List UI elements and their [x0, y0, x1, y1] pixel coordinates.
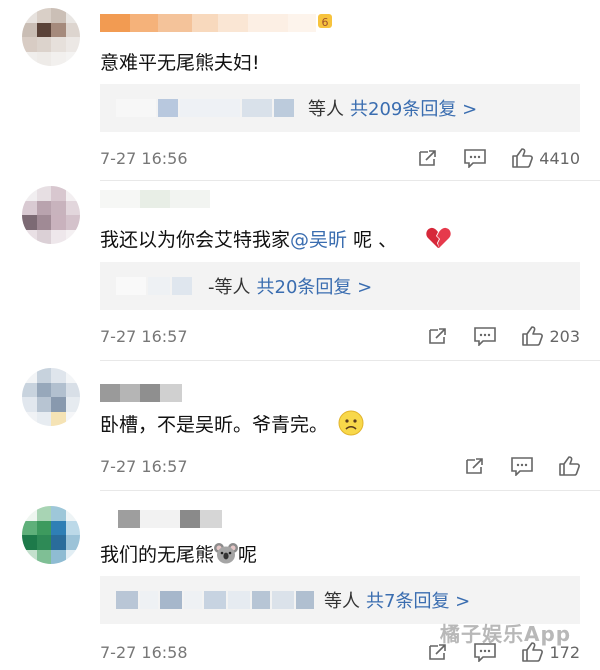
like-icon[interactable]: 4410 [511, 147, 580, 169]
reply-preview[interactable]: -等人 共20条回复 > [100, 262, 580, 310]
comment-meta: 7-27 16:57 [100, 454, 580, 478]
comment-icon[interactable] [473, 326, 497, 346]
comment-meta: 7-27 16:56 4410 [100, 146, 580, 170]
like-icon[interactable]: 203 [521, 325, 580, 347]
comment-3: 卧槽，不是吴昕。爷青完。 7-27 16:57 [0, 360, 600, 490]
comment-icon[interactable] [463, 148, 487, 168]
svg-text:6: 6 [322, 16, 329, 29]
text-suffix: 呢 [238, 544, 258, 566]
text-prefix: 我们的无尾熊 [100, 544, 215, 566]
comment-text: 我们的无尾熊 呢 [100, 540, 257, 570]
timestamp: 7-27 16:56 [100, 148, 188, 168]
comment-text: 意难平无尾熊夫妇! [100, 52, 260, 74]
text-prefix: 我还以为你会艾特我家 [100, 229, 291, 251]
like-icon[interactable] [558, 455, 580, 477]
username[interactable] [100, 510, 222, 528]
vip-badge-icon: 6 [316, 12, 334, 30]
comment-text: 我还以为你会艾特我家@吴昕 呢 、 [100, 225, 451, 255]
broken-heart-icon [425, 226, 451, 255]
username[interactable] [100, 190, 210, 208]
comment-meta: 7-27 16:57 203 [100, 324, 580, 348]
share-icon[interactable] [427, 326, 449, 346]
mention-link[interactable]: @吴昕 [290, 229, 347, 251]
avatar[interactable] [22, 368, 80, 426]
timestamp: 7-27 16:57 [100, 326, 188, 346]
reply-count-link[interactable]: 共209条回复 > [350, 95, 477, 121]
reply-prefix: 等人 [324, 591, 360, 612]
timestamp: 7-27 16:57 [100, 456, 188, 476]
share-icon[interactable] [464, 456, 486, 476]
text-suffix: 呢 、 [353, 229, 398, 251]
username[interactable] [100, 384, 182, 402]
like-count: 4410 [539, 148, 580, 168]
avatar[interactable] [22, 186, 80, 244]
timestamp: 7-27 16:58 [100, 642, 188, 662]
comment-1: 6 意难平无尾熊夫妇! 等人 共209条回复 > 7-27 16:56 4410 [0, 0, 600, 180]
comment-text: 卧槽，不是吴昕。爷青完。 [100, 410, 364, 441]
watermark: 橘子娱乐App [440, 622, 572, 646]
reply-preview[interactable]: 等人 共7条回复 > [100, 576, 580, 624]
reply-count-link[interactable]: 共7条回复 > [366, 587, 470, 613]
comment-2: 我还以为你会艾特我家@吴昕 呢 、 -等人 共20条回复 > 7-27 16:5… [0, 180, 600, 360]
reply-prefix: 等人 [308, 99, 344, 120]
comment-icon[interactable] [510, 456, 534, 476]
username[interactable] [100, 14, 316, 32]
share-icon[interactable] [417, 148, 439, 168]
reply-preview[interactable]: 等人 共209条回复 > [100, 84, 580, 132]
worried-face-icon [338, 410, 364, 441]
avatar[interactable] [22, 8, 80, 66]
reply-prefix: -等人 [208, 277, 251, 298]
reply-count-link[interactable]: 共20条回复 > [257, 273, 373, 299]
avatar[interactable] [22, 506, 80, 564]
koala-icon [214, 541, 239, 570]
like-count: 203 [549, 326, 580, 346]
text-body: 卧槽，不是吴昕。爷青完。 [100, 414, 329, 436]
